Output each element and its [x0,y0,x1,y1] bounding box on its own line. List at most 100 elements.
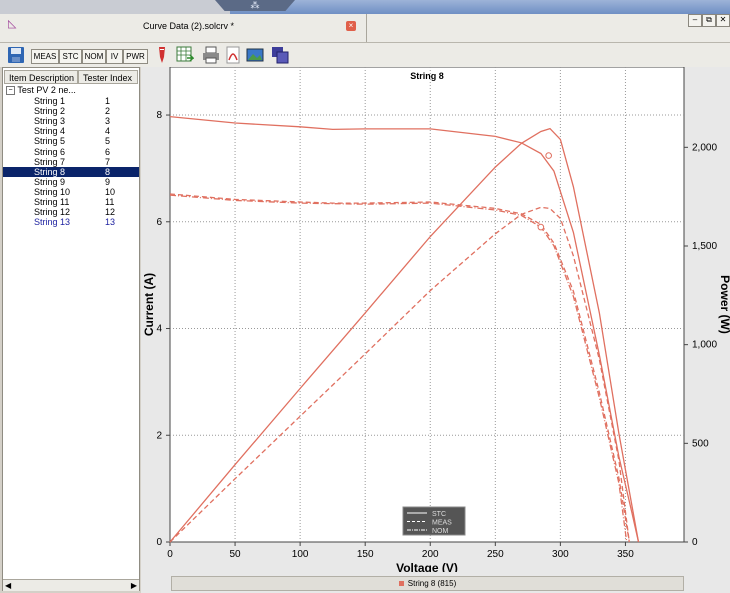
tree-item[interactable]: String 6 6 [3,147,139,157]
scroll-right-arrow-icon[interactable]: ▶ [131,581,137,590]
y2-tick-label: 1,500 [692,241,717,252]
tree-item[interactable]: String 13 13 [3,217,139,227]
plot-background [169,67,685,543]
pdf-icon[interactable] [224,46,242,64]
tree-item[interactable]: String 9 9 [3,177,139,187]
tree-item-index: 8 [105,166,111,177]
x-tick-label: 350 [617,549,634,560]
tree-horizontal-scrollbar[interactable]: ◀ ▶ [3,579,139,591]
tree-item-index: 11 [105,197,115,207]
tree-item-name: String 2 [34,106,66,117]
tree-item-index: 7 [105,156,111,167]
meas-button[interactable]: MEAS [31,49,59,64]
document-tab-bar: ◺ Curve Data (2).solcrv * × – ⧉ ✕ [0,14,730,43]
tree-item-name: String 11 [34,197,70,207]
pwr-button[interactable]: PWR [123,49,148,64]
tree-item-index: 9 [105,176,111,187]
tree-item-name: String 5 [34,136,66,147]
column-header-item-description[interactable]: Item Description [4,70,78,84]
ruler-icon[interactable] [153,46,171,64]
image-export-icon[interactable] [246,46,264,64]
column-header-tester-index[interactable]: Tester Index [78,70,138,84]
legend-label: NOM [432,528,449,535]
x-tick-label: 200 [422,549,439,560]
max-power-point-marker[interactable] [545,152,552,159]
x-tick-label: 300 [552,549,569,560]
app-logo-icon[interactable]: ◺ [8,18,22,30]
tree-item-name: String 8 [34,166,66,177]
tree-item-name: String 3 [34,116,66,127]
collapse-toggle-icon[interactable]: − [6,86,15,96]
save-icon[interactable] [7,46,25,64]
restore-button[interactable]: ⧉ [702,14,716,27]
close-window-button[interactable]: ✕ [716,14,730,27]
y2-tick-label: 1,000 [692,340,717,351]
tree-item-name: String 6 [34,146,66,157]
tree-item-name: String 12 [34,207,71,218]
tree-item[interactable]: String 8 8 [3,166,139,177]
tree-item-index: 6 [105,146,111,157]
y2-tick-label: 2,000 [692,142,717,153]
title-bar-gradient [230,0,730,14]
tree-item[interactable]: String 5 5 [3,136,139,146]
legend-label: STC [432,511,446,518]
spreadsheet-export-icon[interactable] [176,46,194,64]
document-tab-title: Curve Data (2).solcrv * [143,21,235,31]
tree-item-name: String 7 [34,156,66,167]
close-tab-button[interactable]: × [346,21,356,31]
tree-item-index: 4 [105,126,111,137]
window-grip[interactable]: ⁂ [215,0,295,11]
chart-area: 0 50 100 150 200 250 300 350 0 2 4 6 8 0 500 1,000 1,500… [141,67,730,593]
tree-item-name: String 10 [34,186,71,197]
legend-label: MEAS [432,520,452,527]
item-tree-panel: Item Description Tester Index − Test PV … [2,67,140,591]
y-tick-label: 8 [156,110,162,121]
y-axis-label: Current (A) [142,273,156,336]
stc-button[interactable]: STC [59,49,82,64]
iv-button[interactable]: IV [106,49,123,64]
y-tick-label: 6 [156,217,162,228]
document-tab[interactable]: Curve Data (2).solcrv * × [50,14,367,42]
x-tick-label: 50 [230,549,242,560]
tree-item-name: String 9 [34,176,66,187]
tree-item-index: 2 [105,106,111,117]
tree-item-index: 13 [105,217,116,228]
tree-item[interactable]: String 4 4 [3,126,139,136]
x-tick-label: 150 [357,549,374,560]
tree-item-name: String 13 [34,217,71,228]
y2-tick-label: 0 [692,537,698,548]
chart-title: String 8 [410,71,444,81]
tree-item[interactable]: String 1 1 [3,96,139,106]
max-power-point-marker[interactable] [537,223,545,231]
curve-status-bar[interactable]: String 8 (815) [171,576,684,591]
minimize-button[interactable]: – [688,14,702,27]
toolbar: MEAS STC NOM IV PWR [0,43,730,67]
tree-item[interactable]: String 10 10 [3,187,139,197]
windows-icon[interactable] [271,46,289,64]
tree-item[interactable]: String 2 2 [3,106,139,116]
tree-root-node[interactable]: − Test PV 2 ne... [6,85,76,96]
iv-curve-chart[interactable]: 0 50 100 150 200 250 300 350 0 2 4 6 8 0 500 1,000 1,500… [141,67,730,572]
tree-item-name: String 4 [34,126,66,137]
tree-item-index: 3 [105,116,111,127]
x-axis-label: Voltage (V) [396,561,458,572]
y-tick-label: 4 [156,324,162,335]
nom-button[interactable]: NOM [82,49,106,64]
y2-tick-label: 500 [692,438,709,449]
tree-item[interactable]: String 12 12 [3,207,139,217]
y2-axis-label: Power (W) [718,275,730,334]
series-color-icon [398,581,404,586]
tree-item[interactable]: String 11 11 [3,197,139,207]
x-tick-label: 100 [292,549,309,560]
tree-item-index: 12 [105,207,116,218]
y-tick-label: 0 [156,537,162,548]
series-status-label: String 8 (815) [407,579,457,588]
tree-root-label: Test PV 2 ne... [17,85,76,95]
tree-item[interactable]: String 3 3 [3,116,139,126]
scroll-left-arrow-icon[interactable]: ◀ [5,581,11,590]
tree-item[interactable]: String 7 7 [3,157,139,167]
print-icon[interactable] [202,46,220,64]
x-tick-label: 250 [487,549,504,560]
tree-item-index: 10 [105,186,116,197]
x-tick-label: 0 [167,549,173,560]
